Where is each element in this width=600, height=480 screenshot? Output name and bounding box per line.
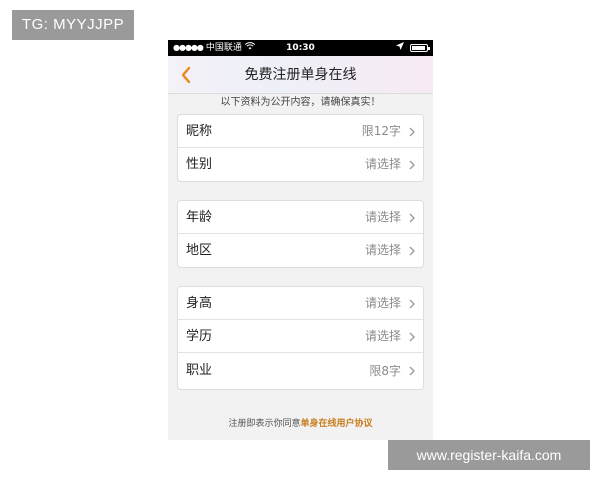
watermark-bottom-right: www.register-kaifa.com	[388, 440, 590, 470]
chevron-right-icon	[409, 299, 415, 309]
row-label: 地区	[186, 243, 213, 258]
page-title: 免费注册单身在线	[244, 67, 357, 83]
row-height[interactable]: 身高 请选择	[178, 287, 423, 320]
row-value: 请选择	[364, 210, 401, 224]
form-group-basic: 昵称 限12字 性别 请选择	[177, 114, 424, 182]
notice-text: 以下资料为公开内容，请确保真实！	[220, 97, 381, 108]
row-label: 昵称	[186, 124, 213, 139]
row-label: 身高	[186, 296, 213, 311]
navigation-bar: 免费注册单身在线	[168, 56, 433, 94]
row-value: 请选择	[364, 157, 401, 171]
row-label: 年龄	[186, 210, 213, 225]
row-region[interactable]: 地区 请选择	[178, 234, 423, 267]
row-occupation[interactable]: 职业 限8字	[178, 353, 423, 389]
row-value: 请选择	[364, 329, 401, 343]
chevron-right-icon	[409, 366, 415, 376]
row-value: 请选择	[364, 243, 401, 257]
row-value: 限12字	[361, 124, 401, 138]
chevron-right-icon	[409, 160, 415, 170]
form-group-age-region: 年龄 请选择 地区 请选择	[177, 200, 424, 268]
battery-icon	[410, 44, 430, 52]
row-education[interactable]: 学历 请选择	[178, 320, 423, 353]
status-right	[396, 40, 430, 56]
row-label: 职业	[186, 363, 213, 378]
row-label: 性别	[186, 157, 213, 172]
user-agreement-link[interactable]: 单身在线用户协议	[301, 419, 373, 429]
chevron-right-icon	[409, 332, 415, 342]
location-arrow-icon	[396, 40, 404, 56]
row-age[interactable]: 年龄 请选择	[178, 201, 423, 234]
watermark-top-left: TG: MYYJJPP	[12, 10, 134, 40]
form-group-details: 身高 请选择 学历 请选择 职业 限8字	[177, 286, 424, 390]
terms-prefix: 注册即表示你同意	[228, 419, 301, 429]
row-label: 学历	[186, 329, 213, 344]
terms-footer: 注册即表示你同意单身在线用户协议	[168, 416, 433, 429]
row-gender[interactable]: 性别 请选择	[178, 148, 423, 181]
chevron-right-icon	[409, 127, 415, 137]
status-time: 10:30	[286, 43, 315, 53]
row-nickname[interactable]: 昵称 限12字	[178, 115, 423, 148]
phone-screen: ●●●●● 中国联通 10:30 免费注册单身在线 以下资料为公开内容，请确保真…	[168, 40, 433, 440]
chevron-right-icon	[409, 246, 415, 256]
status-bar: ●●●●● 中国联通 10:30	[168, 40, 433, 56]
row-value: 限8字	[369, 364, 401, 378]
chevron-right-icon	[409, 213, 415, 223]
row-value: 请选择	[364, 296, 401, 310]
